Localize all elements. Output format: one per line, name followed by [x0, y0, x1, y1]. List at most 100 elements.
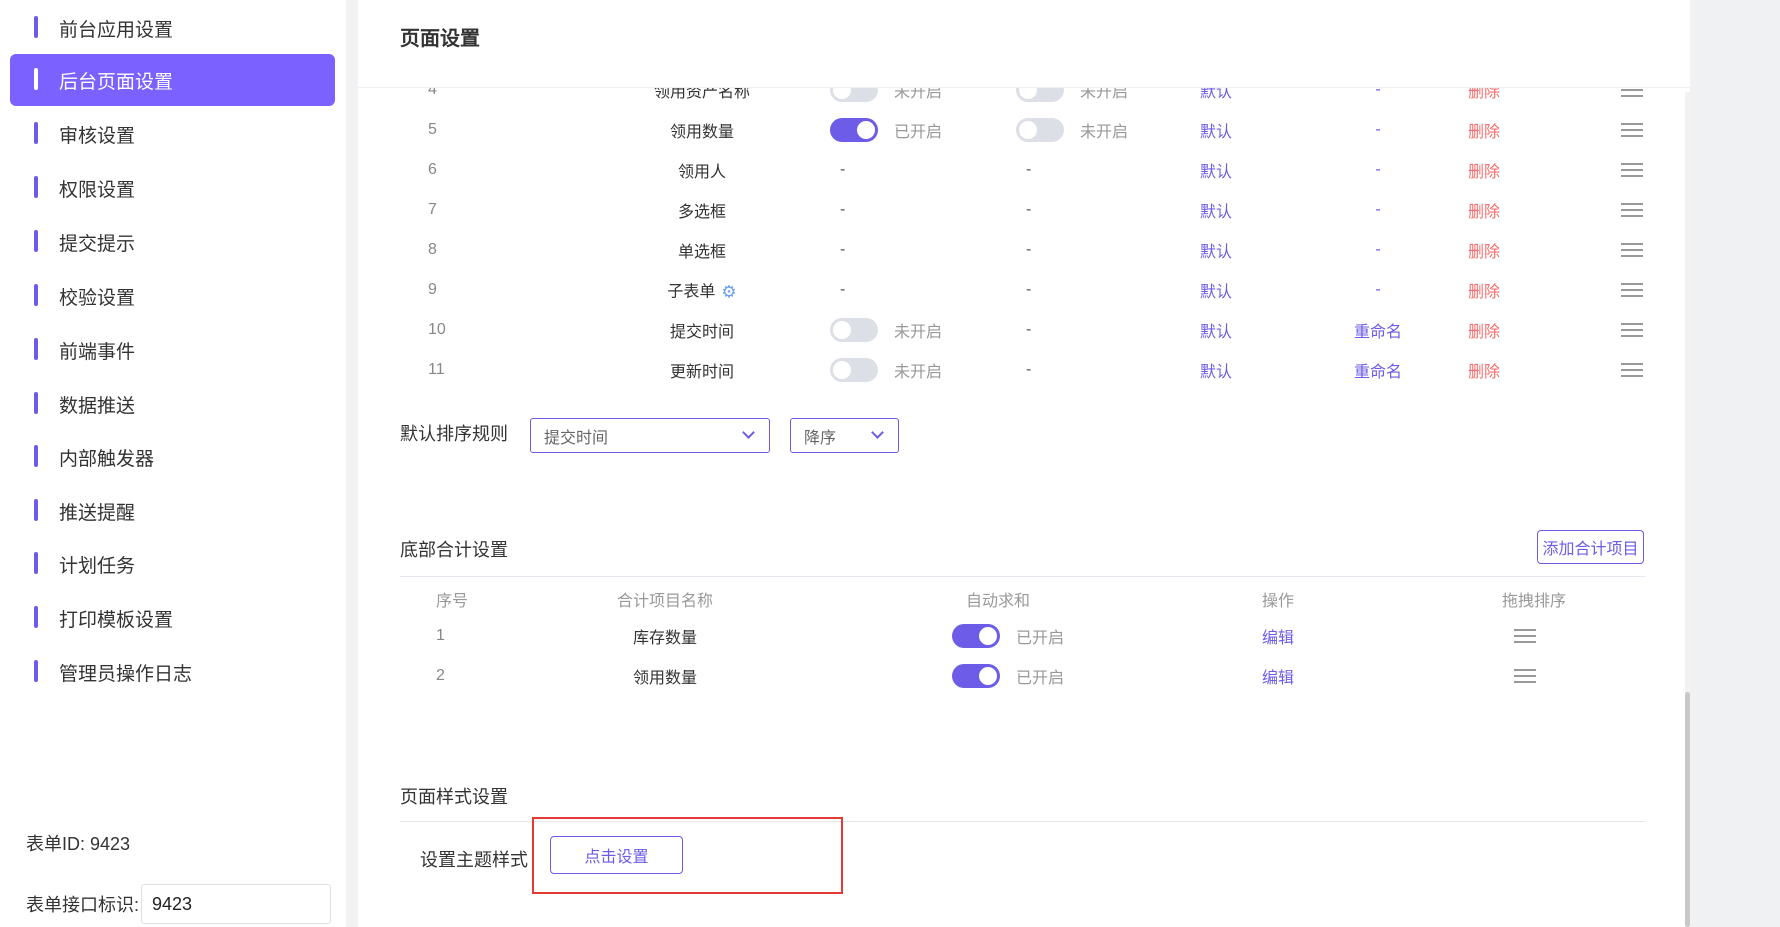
drag-handle-icon[interactable]	[1514, 669, 1536, 683]
form-key-label: 表单接口标识:	[26, 895, 140, 915]
sidebar-item-backend-page-settings[interactable]: 后台页面设置	[10, 54, 335, 106]
toggle-switch[interactable]	[1016, 118, 1064, 142]
field-name: 领用人	[677, 164, 726, 181]
sidebar-item-scheduled-tasks[interactable]: 计划任务	[10, 538, 335, 590]
header-auto-sum: 自动求和	[966, 593, 1031, 610]
sidebar-item-label: 前台应用设置	[59, 19, 174, 41]
toggle-switch[interactable]	[830, 358, 878, 382]
drag-handle-icon[interactable]	[1621, 283, 1643, 297]
nav-marker	[34, 176, 38, 198]
summary-item-name: 库存数量	[632, 630, 697, 647]
sidebar-item-internal-trigger[interactable]: 内部触发器	[10, 431, 335, 483]
drag-handle-icon[interactable]	[1621, 123, 1643, 137]
default-link[interactable]: 默认	[1200, 118, 1232, 142]
sidebar-item-submit-prompt[interactable]: 提交提示	[10, 216, 335, 268]
sort-order-select[interactable]: 降序	[790, 418, 899, 453]
default-link[interactable]: 默认	[1200, 238, 1232, 262]
form-key-input[interactable]	[141, 884, 332, 924]
sidebar-item-admin-log[interactable]: 管理员操作日志	[10, 646, 335, 698]
delete-link[interactable]: 删除	[1468, 118, 1500, 142]
add-summary-button[interactable]: 添加合计项目	[1537, 530, 1644, 564]
delete-link[interactable]: 删除	[1468, 358, 1500, 382]
default-link[interactable]: 默认	[1200, 278, 1232, 302]
nav-marker	[34, 284, 38, 306]
rename-cell: -	[1375, 281, 1381, 298]
empty-cell: -	[840, 241, 846, 258]
toggle-group: 未开启	[830, 318, 942, 342]
sidebar-item-label: 审核设置	[59, 125, 136, 147]
header-name: 合计项目名称	[616, 593, 713, 610]
default-link[interactable]: 默认	[1200, 158, 1232, 182]
scrollbar-thumb[interactable]	[1685, 692, 1690, 927]
sidebar-item-frontend-events[interactable]: 前端事件	[10, 324, 335, 376]
sidebar-item-data-push[interactable]: 数据推送	[10, 378, 335, 430]
drag-handle-icon[interactable]	[1621, 363, 1643, 377]
nav-marker	[34, 230, 38, 252]
sidebar-item-print-template[interactable]: 打印模板设置	[10, 592, 335, 644]
drag-handle-icon[interactable]	[1621, 323, 1643, 337]
field-name: 领用数量	[669, 124, 734, 141]
nav-marker	[34, 392, 38, 414]
sidebar-item-review-settings[interactable]: 审核设置	[10, 108, 335, 160]
edit-link[interactable]: 编辑	[1262, 664, 1294, 688]
sidebar-item-label: 权限设置	[59, 179, 136, 201]
rename-link[interactable]: 重命名	[1338, 358, 1418, 382]
empty-cell: -	[1026, 241, 1032, 258]
header-num: 序号	[436, 593, 469, 610]
style-section-title: 页面样式设置	[400, 787, 508, 807]
gear-icon[interactable]: ⚙	[721, 282, 736, 302]
table-row: 7 多选框 - - 默认 - 删除	[398, 190, 1643, 230]
nav-marker	[34, 552, 38, 574]
toggle-label: 未开启	[894, 364, 943, 381]
toggle-switch[interactable]	[830, 318, 878, 342]
summary-section-title: 底部合计设置	[400, 540, 508, 560]
row-number: 8	[428, 241, 437, 258]
table-row: 1 库存数量 已开启 编辑	[400, 616, 1645, 656]
drag-handle-icon[interactable]	[1621, 163, 1643, 177]
sidebar-item-permission-settings[interactable]: 权限设置	[10, 162, 335, 214]
sidebar-item-label: 打印模板设置	[59, 609, 174, 631]
nav-marker	[34, 445, 38, 467]
row-number: 9	[428, 281, 437, 298]
sort-field-select[interactable]: 提交时间	[530, 418, 770, 453]
default-link[interactable]: 默认	[1200, 318, 1232, 342]
toggle-switch[interactable]	[830, 118, 878, 142]
chevron-down-icon	[871, 426, 884, 439]
drag-handle-icon[interactable]	[1621, 243, 1643, 257]
summary-item-name: 领用数量	[632, 670, 697, 687]
table-row: 8 单选框 - - 默认 - 删除	[398, 230, 1643, 270]
empty-cell: -	[1026, 321, 1032, 338]
delete-link[interactable]: 删除	[1468, 318, 1500, 342]
default-link[interactable]: 默认	[1200, 198, 1232, 222]
field-name: 更新时间	[669, 364, 734, 381]
nav-marker	[34, 122, 38, 144]
edit-link[interactable]: 编辑	[1262, 624, 1294, 648]
nav-marker	[34, 338, 38, 360]
table-row: 10 提交时间 未开启 - 默认 重命名 删除	[398, 310, 1643, 350]
theme-style-label: 设置主题样式	[420, 850, 528, 870]
row-number: 7	[428, 201, 437, 218]
sidebar-item-validation-settings[interactable]: 校验设置	[10, 270, 335, 322]
sidebar-item-push-reminder[interactable]: 推送提醒	[10, 485, 335, 537]
delete-link[interactable]: 删除	[1468, 278, 1500, 302]
toggle-switch[interactable]	[952, 624, 1000, 648]
empty-cell: -	[1026, 361, 1032, 378]
rename-link[interactable]: 重命名	[1338, 318, 1418, 342]
sidebar-item-label: 内部触发器	[59, 448, 155, 470]
sidebar-item-label: 管理员操作日志	[59, 663, 193, 685]
sidebar-item-label: 数据推送	[59, 395, 136, 417]
nav-marker	[34, 68, 38, 90]
row-number: 2	[436, 667, 445, 684]
default-link[interactable]: 默认	[1200, 358, 1232, 382]
page-title-overlay: 页面设置	[400, 28, 480, 50]
drag-handle-icon[interactable]	[1621, 203, 1643, 217]
delete-link[interactable]: 删除	[1468, 158, 1500, 182]
delete-link[interactable]: 删除	[1468, 238, 1500, 262]
field-name: 提交时间	[669, 324, 734, 341]
toggle-switch[interactable]	[952, 664, 1000, 688]
row-number: 11	[428, 361, 445, 378]
drag-handle-icon[interactable]	[1514, 629, 1536, 643]
delete-link[interactable]: 删除	[1468, 198, 1500, 222]
header-drag-sort: 拖拽排序	[1502, 593, 1567, 610]
sidebar-item-frontend-settings[interactable]: 前台应用设置	[10, 2, 335, 54]
